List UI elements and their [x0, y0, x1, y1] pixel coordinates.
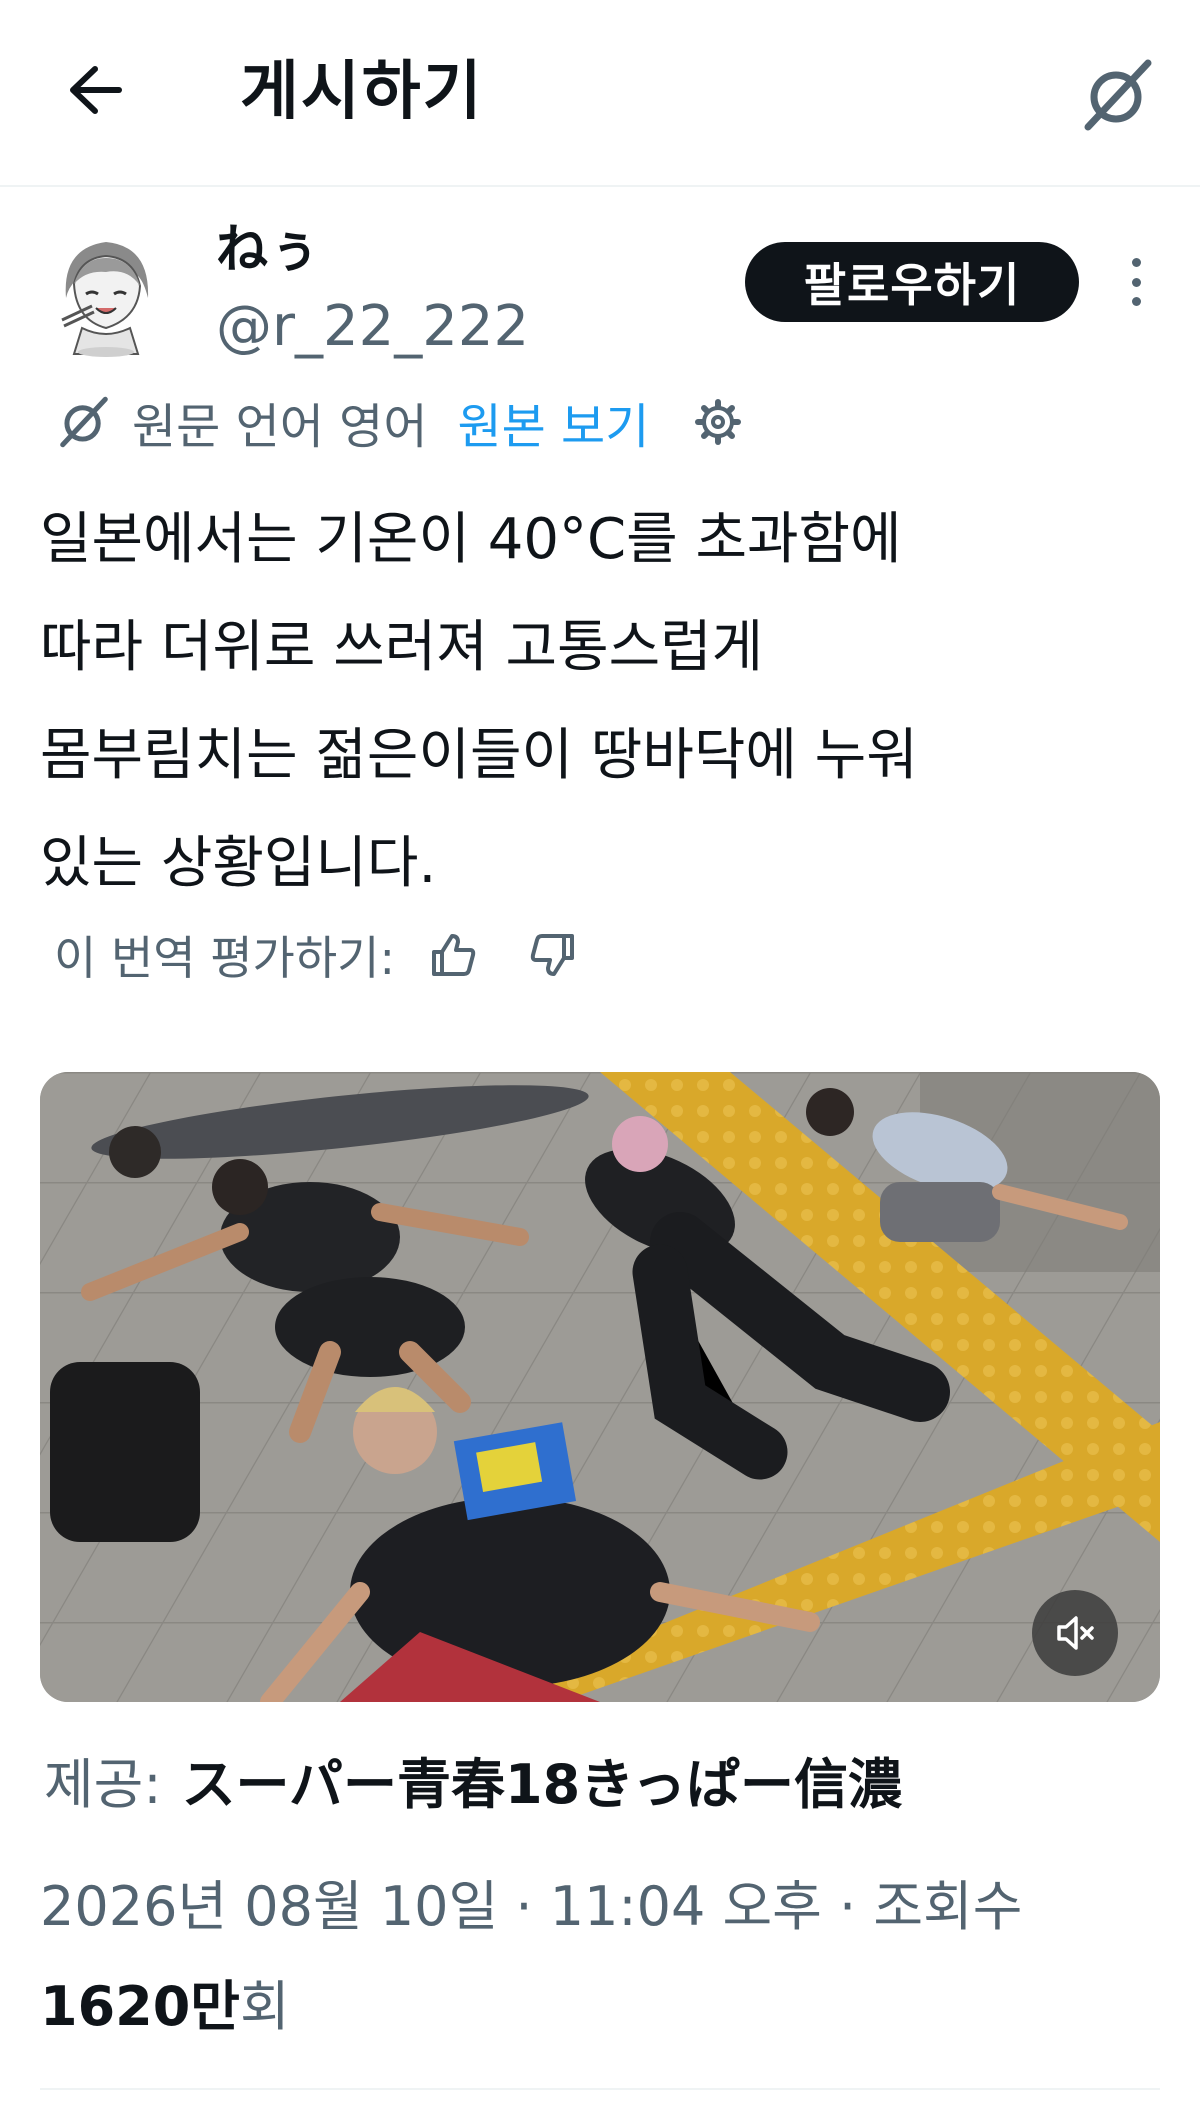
- show-original-link[interactable]: 원본 보기: [457, 387, 649, 457]
- grok-button[interactable]: [1078, 55, 1158, 135]
- credit-source-link[interactable]: スーパー青春18きっぱー信濃: [182, 1740, 902, 1819]
- thumbs-up-icon[interactable]: [425, 927, 481, 983]
- tweet-text-line: 몸부림치는 젊은이들이 땅바닥에 누워: [40, 723, 918, 788]
- back-button[interactable]: [62, 58, 126, 122]
- mute-button[interactable]: [1032, 1590, 1118, 1676]
- top-bar: 게시하기: [0, 0, 1200, 187]
- post-timestamp[interactable]: 2026년 08월 10일 · 11:04 오후 · 조회수: [40, 1872, 1022, 1942]
- speaker-muted-icon: [1057, 1616, 1094, 1650]
- gear-icon[interactable]: [691, 395, 745, 449]
- tweet-text-line: 있는 상황입니다.: [40, 831, 437, 896]
- view-count-unit: 회: [239, 1975, 290, 2038]
- translation-language-text: 원문 언어 영어: [132, 399, 428, 455]
- tweet-text: 일본에서는 기온이 40°C를 초과함에 따라 더위로 쓰러져 고통스럽게 몸부…: [40, 486, 1160, 918]
- grok-slash-icon: [56, 394, 112, 450]
- rate-translation: 이 번역 평가하기:: [54, 920, 581, 990]
- translation-notice: 원문 언어 영어 원본 보기: [56, 388, 745, 456]
- grok-slash-icon: [1084, 59, 1152, 131]
- credit-label: 제공:: [44, 1752, 162, 1816]
- video-frame: [40, 1072, 1160, 1702]
- user-handle[interactable]: @r_22_222: [216, 292, 529, 362]
- more-options-button[interactable]: [1118, 252, 1154, 312]
- avatar[interactable]: [52, 228, 160, 360]
- tweet-text-line: 일본에서는 기온이 40°C를 초과함에: [40, 507, 902, 572]
- avatar-illustration: [52, 228, 160, 360]
- divider: [40, 2088, 1160, 2090]
- view-count: 1620만회: [40, 1972, 290, 2042]
- video-player[interactable]: [40, 1072, 1160, 1702]
- media-credit: 제공: スーパー青春18きっぱー信濃: [44, 1744, 902, 1816]
- more-vertical-icon: [1131, 258, 1141, 267]
- thumbs-down-icon[interactable]: [525, 927, 581, 983]
- view-count-number: 1620만: [40, 1975, 240, 2038]
- rate-translation-label: 이 번역 평가하기:: [54, 931, 395, 985]
- display-name[interactable]: ねぅ: [216, 218, 320, 282]
- tweet-text-line: 따라 더위로 쓰러져 고통스럽게: [40, 615, 764, 680]
- page-title: 게시하기: [240, 55, 484, 129]
- follow-button[interactable]: 팔로우하기: [745, 242, 1079, 322]
- arrow-left-icon: [70, 66, 122, 114]
